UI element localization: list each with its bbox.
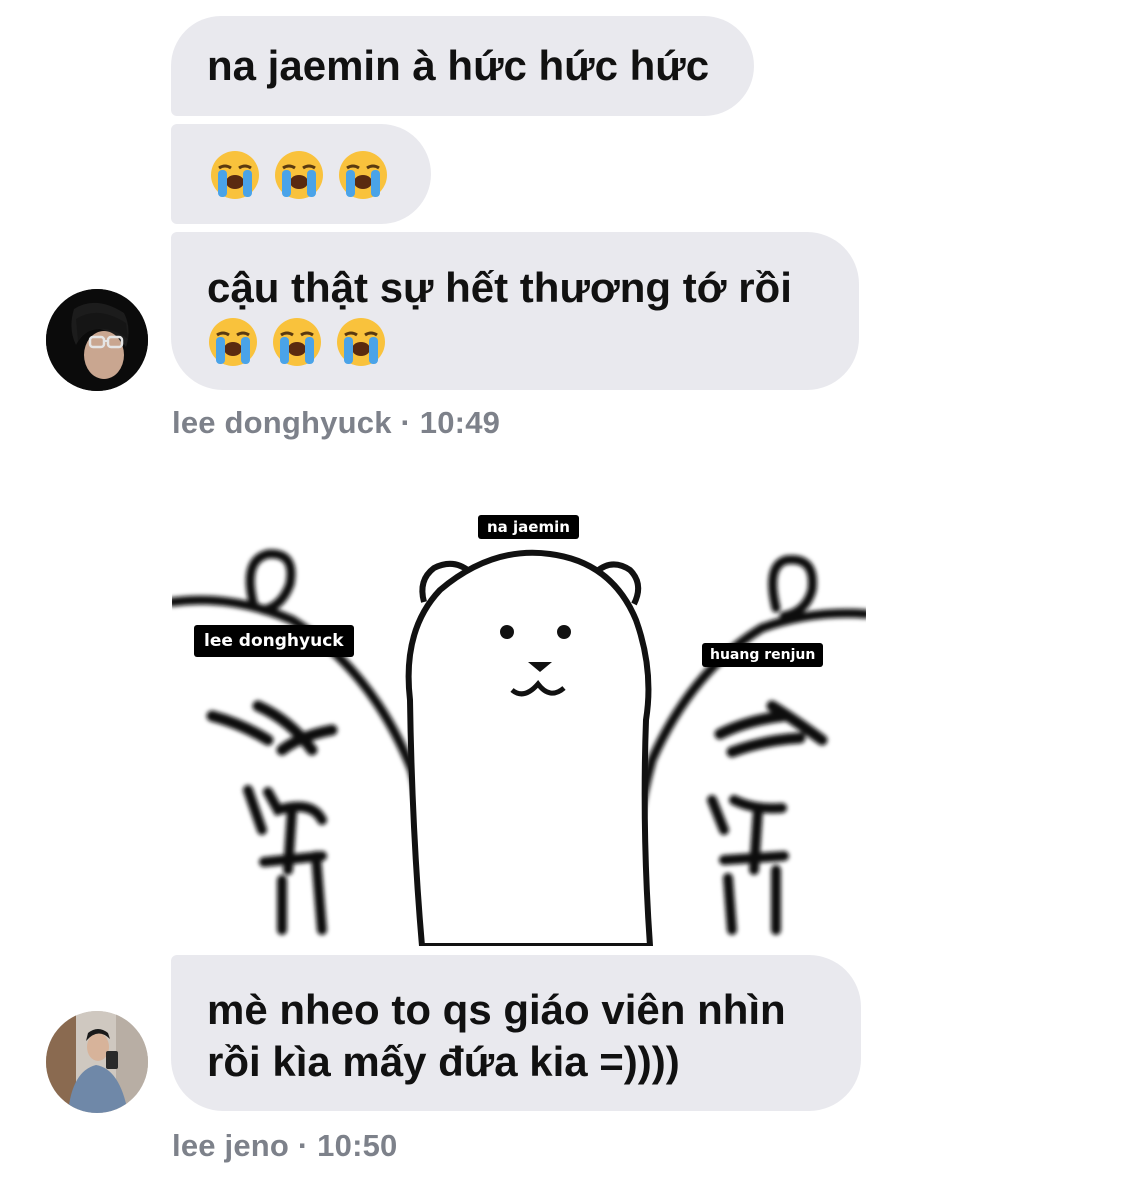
avatar[interactable] [46, 1011, 148, 1113]
message-text: cậu thật sự hết thương tớ rồi [207, 264, 792, 311]
meme-label-center: na jaemin [478, 515, 579, 539]
message-bubble[interactable]: na jaemin à hức hức hức [171, 16, 754, 116]
message-bubble-emoji[interactable] [171, 124, 431, 224]
message-text: na jaemin à hức hức hức [207, 42, 710, 89]
message-text-line-2: rồi kìa mấy đứa kia =)))) [207, 1038, 680, 1085]
avatar[interactable] [46, 289, 148, 391]
meme-image[interactable]: na jaemin lee donghyuck huang renjun [172, 510, 866, 946]
message-meta: lee jeno · 10:50 [172, 1128, 398, 1163]
loudly-crying-face-icon [211, 151, 259, 199]
message-text-line-1: mè nheo to qs giáo viên nhìn [207, 986, 786, 1033]
meme-label-left: lee donghyuck [194, 625, 354, 657]
loudly-crying-face-icon [337, 318, 385, 366]
meme-label-right: huang renjun [702, 643, 824, 667]
bear-meme-illustration [172, 510, 866, 946]
loudly-crying-face-icon [209, 318, 257, 366]
emoji-row [207, 316, 823, 368]
message-bubble[interactable]: mè nheo to qs giáo viên nhìn rồi kìa mấy… [171, 955, 861, 1111]
avatar-photo [46, 1011, 148, 1113]
message-bubble[interactable]: cậu thật sự hết thương tớ rồi [171, 232, 859, 390]
loudly-crying-face-icon [339, 151, 387, 199]
avatar-photo [46, 289, 148, 391]
loudly-crying-face-icon [275, 151, 323, 199]
loudly-crying-face-icon [273, 318, 321, 366]
message-meta: lee donghyuck · 10:49 [172, 405, 501, 440]
emoji-row [209, 149, 389, 201]
